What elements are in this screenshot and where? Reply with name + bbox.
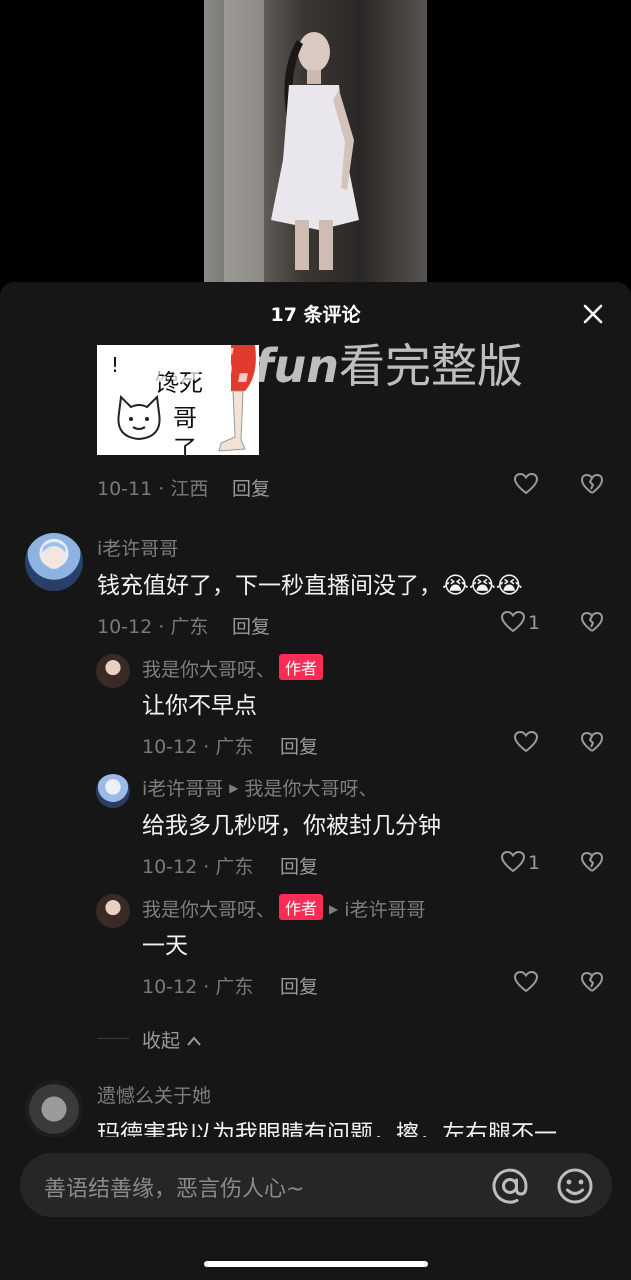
reply-button[interactable]: 回复 <box>232 474 270 501</box>
heart-icon[interactable] <box>513 970 539 994</box>
collapse-divider <box>97 1038 129 1039</box>
like-count: 1 <box>528 852 541 874</box>
comment-text: 玛德害我以为我眼睛有问题，擦，左右腿不一 <box>97 1121 557 1137</box>
reply-arrow-icon: ▶ <box>229 781 239 795</box>
close-icon[interactable] <box>581 302 605 326</box>
sticker-text: 了 <box>173 435 197 455</box>
reply-button[interactable]: 回复 <box>280 852 318 879</box>
user-avatar[interactable] <box>96 894 130 928</box>
reply-text: 让你不早点 <box>142 693 257 719</box>
reply-button[interactable]: 回复 <box>280 972 318 999</box>
reply-username: i老许哥哥 ▶ 我是你大哥呀、 <box>142 774 378 801</box>
broken-heart-icon[interactable] <box>580 850 604 874</box>
reply-date-location: 10-12 · 广东 <box>142 736 254 758</box>
comment-input-placeholder[interactable]: 善语结善缘，恶言伤人心~ <box>44 1171 304 1203</box>
sticker-text: 哥 <box>173 404 197 432</box>
heart-icon[interactable] <box>500 610 526 634</box>
reply-username-text[interactable]: 我是你大哥呀、 <box>142 659 275 681</box>
sticker-text: ! <box>111 353 120 377</box>
reply-date-location: 10-12 · 广东 <box>142 856 254 878</box>
home-indicator[interactable] <box>204 1261 428 1267</box>
author-badge: 作者 <box>279 894 324 920</box>
comment-date-location: 10-12 · 广东 <box>97 616 209 638</box>
comment-input-bar[interactable]: 善语结善缘，恶言伤人心~ <box>20 1153 612 1217</box>
video-background-door <box>224 0 264 282</box>
author-badge: 作者 <box>279 654 324 680</box>
chevron-up-icon <box>187 1036 201 1046</box>
reply-button[interactable]: 回复 <box>280 732 318 759</box>
reply-username-text[interactable]: i老许哥哥 <box>142 778 223 800</box>
reply-arrow-icon: ▶ <box>329 902 339 916</box>
user-avatar[interactable] <box>96 774 130 808</box>
broken-heart-icon[interactable] <box>580 730 604 754</box>
watermark-text: 看完整版 <box>339 339 524 393</box>
comment-list[interactable]: 馋死 哥 了 ! 10-11 · 江西 回复 i老许哥哥 钱充值好了，下一秒直播… <box>0 344 631 1137</box>
reply-to-username[interactable]: i老许哥哥 <box>344 899 425 921</box>
reply-username-text[interactable]: 我是你大哥呀、 <box>142 899 275 921</box>
reply-text: 一天 <box>142 933 188 959</box>
reply-username: 我是你大哥呀、 作者 <box>142 654 324 682</box>
comment-username[interactable]: 遗憾么关于她 <box>97 1081 211 1108</box>
video-figure-image <box>271 32 359 270</box>
broken-heart-icon[interactable] <box>580 610 604 634</box>
emoji-icon[interactable] <box>555 1166 595 1206</box>
avatar-portrait <box>37 542 71 591</box>
promo-watermark: 155.fun看完整版 <box>140 330 523 396</box>
collapse-replies-button[interactable]: 收起 <box>142 1026 202 1053</box>
reply-text: 给我多几秒呀，你被封几分钟 <box>142 813 441 839</box>
video-player[interactable] <box>0 0 631 282</box>
like-count: 1 <box>528 612 541 634</box>
reply-button[interactable]: 回复 <box>232 612 270 639</box>
video-thumbnail[interactable] <box>204 0 427 282</box>
heart-icon[interactable] <box>513 472 539 496</box>
sticker-cat-drawing <box>117 394 161 441</box>
reply-date-location: 10-12 · 广东 <box>142 976 254 998</box>
watermark-url: 155.fun <box>140 339 340 393</box>
heart-icon[interactable] <box>500 850 526 874</box>
mention-icon[interactable] <box>490 1166 530 1206</box>
heart-icon[interactable] <box>513 730 539 754</box>
comment-count-title: 17 条评论 <box>270 304 361 326</box>
comment-date-location: 10-11 · 江西 <box>97 478 209 500</box>
user-avatar[interactable] <box>96 654 130 688</box>
user-avatar[interactable] <box>25 533 83 591</box>
reply-username: 我是你大哥呀、 作者 ▶ i老许哥哥 <box>142 894 426 922</box>
comment-text: 钱充值好了，下一秒直播间没了，😭😭😭 <box>97 573 523 599</box>
comment-username[interactable]: i老许哥哥 <box>97 534 178 561</box>
comment-sheet: 17 条评论 馋死 哥 了 ! 10-11 · 江西 回复 i老许哥哥 钱充值好… <box>0 282 631 1280</box>
reply-to-username[interactable]: 我是你大哥呀、 <box>245 778 378 800</box>
broken-heart-icon[interactable] <box>580 472 604 496</box>
user-avatar[interactable] <box>25 1080 83 1137</box>
collapse-label: 收起 <box>142 1030 181 1052</box>
broken-heart-icon[interactable] <box>580 970 604 994</box>
